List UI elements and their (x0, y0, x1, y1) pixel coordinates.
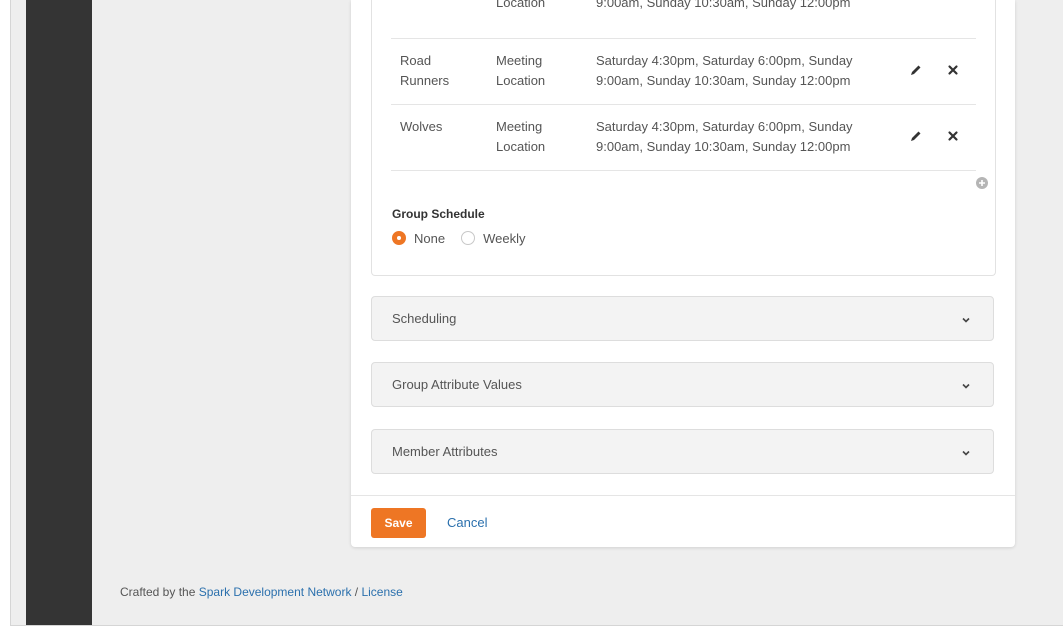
footer-separator: / (351, 585, 362, 599)
accordion-title: Group Attribute Values (392, 377, 522, 392)
accordion-title: Scheduling (392, 311, 457, 326)
schedule-none-radio[interactable] (392, 231, 406, 245)
schedule-weekly-radio[interactable] (461, 231, 476, 245)
chevron-down-icon (961, 446, 971, 456)
chevron-down-icon (961, 379, 971, 389)
site-footer: Crafted by the Spark Development Network… (120, 585, 403, 599)
chevron-down-icon (961, 313, 971, 323)
location-schedule: 9:00am, Sunday 10:30am, Sunday 12:00pm (596, 0, 851, 10)
location-schedule: Saturday 4:30pm, Saturday 6:00pm, Sunday… (596, 53, 853, 88)
accordion-member-attributes[interactable]: Member Attributes (371, 429, 994, 474)
location-row: Road Runners Meeting Location Saturday 4… (391, 38, 976, 105)
location-name: Road Runners (400, 53, 450, 88)
footer-prefix: Crafted by the (120, 585, 199, 599)
location-row: Location 9:00am, Sunday 10:30am, Sunday … (391, 0, 976, 39)
accordion-title: Member Attributes (392, 444, 498, 459)
schedule-weekly-label[interactable]: Weekly (483, 231, 525, 246)
accordion-group-attribute-values[interactable]: Group Attribute Values (371, 362, 994, 407)
form-actions: Save Cancel (351, 495, 1015, 548)
location-schedule: Saturday 4:30pm, Saturday 6:00pm, Sunday… (596, 119, 853, 154)
save-button[interactable]: Save (371, 508, 426, 538)
location-type: Meeting Location (496, 119, 546, 154)
group-edit-card: Location 9:00am, Sunday 10:30am, Sunday … (351, 0, 1015, 547)
accordion-scheduling[interactable]: Scheduling (371, 296, 994, 341)
location-name: Wolves (400, 119, 443, 134)
group-schedule-label: Group Schedule (392, 207, 485, 221)
left-navigation-bar (26, 0, 92, 625)
location-type: Meeting Location (496, 53, 546, 88)
cancel-link[interactable]: Cancel (447, 508, 487, 538)
pencil-icon[interactable] (909, 63, 925, 79)
close-icon[interactable] (946, 129, 962, 145)
group-details-panel: Location 9:00am, Sunday 10:30am, Sunday … (371, 0, 996, 276)
plus-circle-icon[interactable] (976, 177, 988, 189)
group-schedule-options: None Weekly (392, 229, 541, 247)
close-icon[interactable] (946, 63, 962, 79)
pencil-icon[interactable] (909, 129, 925, 145)
license-link[interactable]: License (361, 585, 402, 599)
location-row: Wolves Meeting Location Saturday 4:30pm,… (391, 104, 976, 171)
location-type: Location (496, 0, 546, 10)
schedule-none-label[interactable]: None (414, 231, 445, 246)
spark-network-link[interactable]: Spark Development Network (199, 585, 352, 599)
